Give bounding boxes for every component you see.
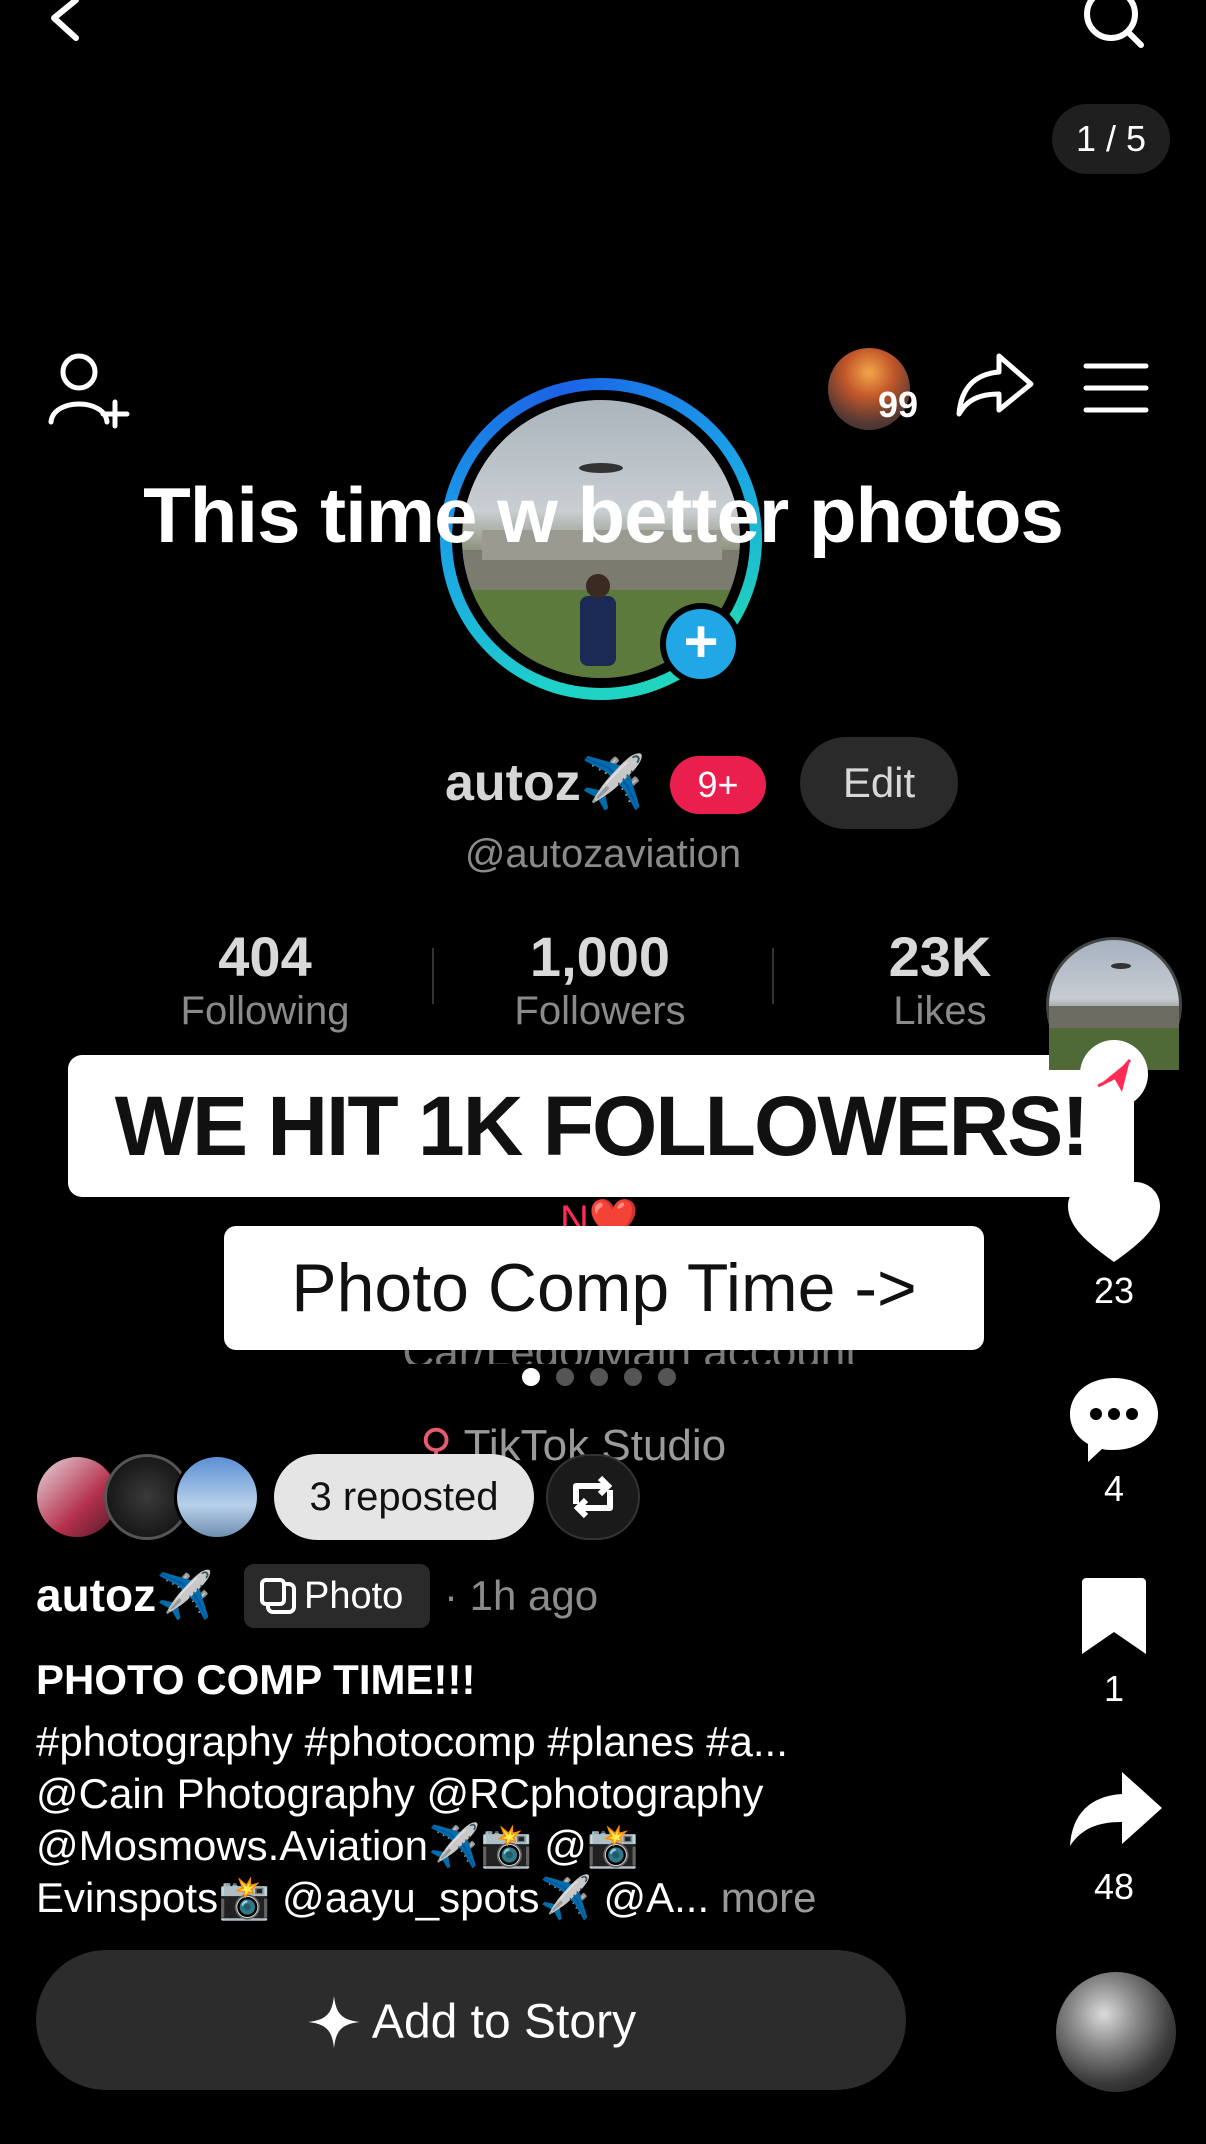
add-friend-icon — [45, 350, 135, 430]
more-link[interactable]: more — [709, 1874, 817, 1921]
photo-mode-icon — [260, 1577, 296, 1614]
carousel-dots[interactable] — [522, 1368, 692, 1388]
heart-icon — [1068, 1182, 1160, 1262]
follow-button[interactable] — [1080, 1040, 1148, 1108]
stat-divider — [772, 948, 774, 1004]
menu-icon — [1080, 360, 1152, 416]
sparkle-icon — [307, 1996, 360, 2049]
like-button[interactable] — [1066, 1180, 1162, 1264]
carousel-dot[interactable] — [522, 1368, 540, 1386]
stat-label: Following — [180, 989, 350, 1033]
share-count: 48 — [1093, 1866, 1135, 1907]
stat-label: Likes — [893, 989, 987, 1033]
carousel-dot[interactable] — [624, 1368, 642, 1386]
edit-button: Edit — [800, 737, 958, 829]
stat-divider — [432, 948, 434, 1004]
stat-likes: 23K Likes — [820, 924, 1060, 1034]
stat-following: 404 Following — [145, 924, 385, 1034]
like-count: 23 — [1093, 1270, 1135, 1311]
caption-body[interactable]: #photography #photocomp #planes #a... @C… — [36, 1716, 936, 1924]
caption-title: PHOTO COMP TIME!!! — [36, 1656, 476, 1703]
stat-followers: 1,000 Followers — [480, 924, 720, 1034]
repost-button[interactable] — [546, 1454, 640, 1540]
stat-label: Followers — [514, 989, 686, 1033]
music-disc[interactable] — [1056, 1972, 1176, 2092]
comment-button[interactable] — [1066, 1374, 1162, 1464]
save-count: 1 — [1103, 1668, 1125, 1709]
notification-badge: 9+ — [670, 756, 766, 814]
share-profile-icon — [955, 350, 1035, 420]
overlay-title: This time w better photos — [143, 471, 1064, 559]
profile-name: autoz✈️ — [445, 754, 646, 812]
repost-avatars[interactable] — [34, 1454, 264, 1540]
story-count: 99 — [878, 384, 919, 425]
stat-value: 1,000 — [529, 925, 671, 988]
post-time: · 1h ago — [444, 1572, 599, 1619]
avatar — [174, 1454, 260, 1540]
caption-line: #photography #photocomp #planes #a... — [36, 1718, 788, 1765]
save-button[interactable] — [1078, 1574, 1150, 1658]
share-icon — [1070, 1772, 1162, 1846]
profile-handle: @autozaviation — [464, 832, 742, 876]
photo-tag: Photo — [244, 1564, 430, 1628]
caption-line-text: Evinspots📸 @aayu_spots✈️ @A... — [36, 1874, 710, 1921]
send-icon — [1097, 1059, 1132, 1092]
page-counter: 1 / 5 — [1052, 104, 1170, 174]
stat-value: 404 — [218, 925, 312, 988]
stat-value: 23K — [888, 925, 992, 988]
photo-comp-banner: Photo Comp Time -> — [224, 1226, 984, 1350]
reposted-pill[interactable]: 3 reposted — [274, 1454, 534, 1540]
milestone-banner: WE HIT 1K FOLLOWERS! — [68, 1055, 1134, 1197]
share-button[interactable] — [1066, 1770, 1164, 1850]
back-button[interactable] — [40, 0, 100, 50]
photo-tag-label: Photo — [304, 1575, 404, 1617]
repost-icon — [573, 1475, 613, 1519]
add-to-story-button[interactable]: Add to Story — [36, 1950, 906, 2090]
caption-line: @Cain Photography @RCphotography — [36, 1770, 764, 1817]
search-button[interactable] — [1075, 0, 1145, 55]
caption-line: Evinspots📸 @aayu_spots✈️ @A... more — [36, 1872, 936, 1924]
add-story-plus-icon: + — [660, 603, 742, 685]
comment-icon — [1070, 1378, 1158, 1462]
caption-line: @Mosmows.Aviation✈️📸 @📸 — [36, 1822, 640, 1869]
carousel-dot[interactable] — [556, 1368, 574, 1386]
comment-count: 4 — [1103, 1468, 1125, 1509]
chevron-left-icon — [51, 0, 79, 41]
bookmark-icon — [1082, 1578, 1146, 1654]
carousel-dot[interactable] — [590, 1368, 608, 1386]
author-name[interactable]: autoz✈️ — [36, 1568, 213, 1623]
carousel-dot[interactable] — [658, 1368, 676, 1386]
search-icon — [1084, 0, 1144, 48]
add-to-story-label: Add to Story — [371, 1995, 637, 2049]
